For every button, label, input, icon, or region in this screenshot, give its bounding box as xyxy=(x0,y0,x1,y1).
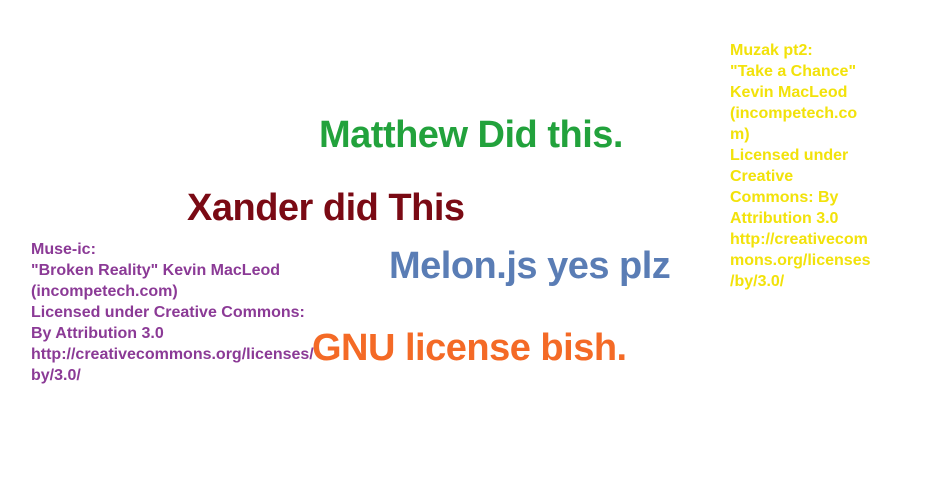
credit-matthew: Matthew Did this. xyxy=(319,114,623,156)
credit-gnu-license: GNU license bish. xyxy=(312,327,627,369)
credit-xander: Xander did This xyxy=(187,187,465,229)
music-credit-right: Muzak pt2: "Take a Chance" Kevin MacLeod… xyxy=(730,42,871,290)
music-credit-left: Muse-ic: "Broken Reality" Kevin MacLeod … xyxy=(31,241,314,384)
credit-melonjs: Melon.js yes plz xyxy=(389,245,671,287)
